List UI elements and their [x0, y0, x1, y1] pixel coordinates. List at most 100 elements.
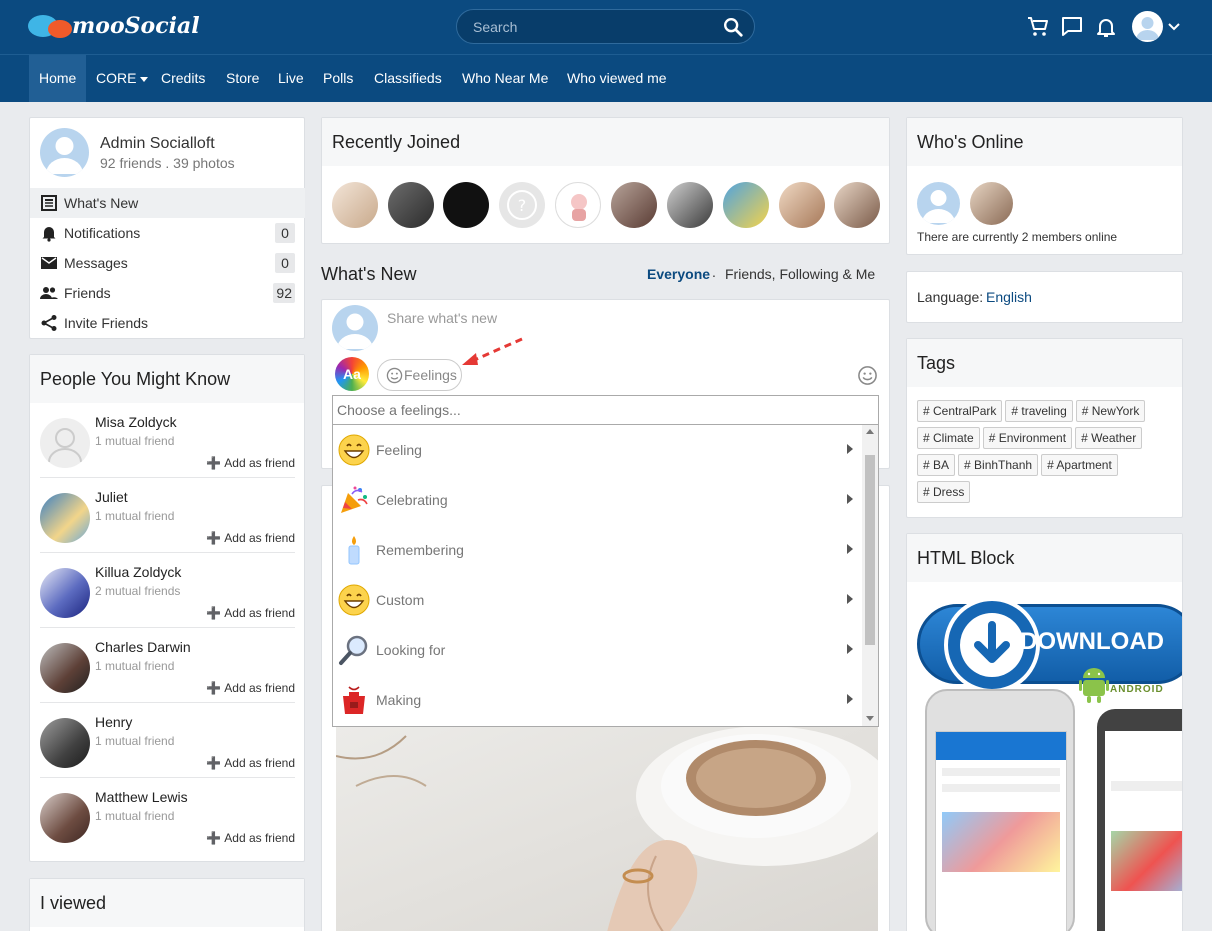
- menu-notifications[interactable]: Notifications 0: [30, 218, 305, 248]
- tags-title: Tags: [917, 353, 956, 373]
- pymk-title: People You Might Know: [40, 369, 231, 389]
- menu-invite-friends[interactable]: Invite Friends: [30, 308, 305, 338]
- mutual-friends: 1 mutual friend: [95, 434, 175, 448]
- add-friend-button[interactable]: ➕ Add as friend: [206, 456, 295, 470]
- filter-friends-following-me[interactable]: Friends, Following & Me: [725, 266, 875, 282]
- emoji-picker-icon[interactable]: [857, 365, 878, 386]
- smile-icon: [386, 367, 403, 384]
- tag-chip[interactable]: # BinhThanh: [958, 454, 1039, 476]
- scroll-down-icon[interactable]: [866, 716, 874, 721]
- card-header: HTML Block: [907, 534, 1182, 582]
- language-select[interactable]: English: [986, 289, 1032, 305]
- nav-core[interactable]: CORE: [86, 55, 158, 102]
- nav-live[interactable]: Live: [268, 55, 314, 102]
- tag-chip[interactable]: # NewYork: [1075, 400, 1146, 422]
- nav-classifieds[interactable]: Classifieds: [364, 55, 452, 102]
- tag-chip[interactable]: # Apartment: [1041, 454, 1118, 476]
- person-name[interactable]: Charles Darwin: [95, 639, 191, 655]
- android-label: ANDROID: [1110, 684, 1164, 695]
- profile-name[interactable]: Admin Socialloft: [100, 135, 215, 153]
- feelings-button[interactable]: Feelings: [377, 359, 462, 391]
- bell-icon[interactable]: [1094, 15, 1118, 39]
- add-friend-button[interactable]: ➕ Add as friend: [206, 606, 295, 620]
- add-friend-button[interactable]: ➕ Add as friend: [206, 531, 295, 545]
- cart-icon[interactable]: [1026, 15, 1050, 39]
- add-friend-button[interactable]: ➕ Add as friend: [206, 756, 295, 770]
- menu-messages[interactable]: Messages 0: [30, 248, 305, 278]
- person-avatar[interactable]: [40, 493, 90, 543]
- online-user-avatar[interactable]: [970, 182, 1013, 225]
- feeling-option-remembering[interactable]: Remembering: [333, 525, 863, 575]
- feeling-option-making[interactable]: Making: [333, 675, 863, 725]
- feeling-option-custom[interactable]: Custom: [333, 575, 863, 625]
- add-friend-button[interactable]: ➕ Add as friend: [206, 681, 295, 695]
- tag-chip[interactable]: # Climate: [917, 427, 980, 449]
- download-banner[interactable]: DOWNLOAD: [917, 597, 1182, 693]
- person-avatar[interactable]: [40, 793, 90, 843]
- site-logo[interactable]: mooSocial: [28, 11, 200, 41]
- person-avatar[interactable]: [40, 568, 90, 618]
- composer-avatar: [332, 305, 378, 351]
- post-photo[interactable]: [336, 726, 878, 931]
- tag-chip[interactable]: # Environment: [982, 427, 1073, 449]
- menu-label: Friends: [64, 285, 111, 301]
- nav-home[interactable]: Home: [29, 55, 87, 102]
- text-style-button[interactable]: Aa: [335, 357, 369, 391]
- profile-avatar[interactable]: [40, 128, 89, 177]
- menu-whats-new[interactable]: What's New: [30, 188, 305, 218]
- person-avatar[interactable]: [40, 718, 90, 768]
- person-name[interactable]: Henry: [95, 714, 132, 730]
- member-avatar[interactable]: [332, 182, 378, 228]
- member-avatar[interactable]: [388, 182, 434, 228]
- search-input[interactable]: [473, 18, 713, 36]
- feelings-search-input[interactable]: [332, 395, 879, 425]
- user-avatar-icon[interactable]: [1132, 11, 1163, 42]
- person-avatar[interactable]: [40, 643, 90, 693]
- nav-who-viewed-me[interactable]: Who viewed me: [557, 55, 677, 102]
- phone-mockup-dark: [1097, 709, 1182, 931]
- nav-store[interactable]: Store: [216, 55, 269, 102]
- whos-online-title: Who's Online: [917, 132, 1024, 152]
- nav-who-near-me[interactable]: Who Near Me: [452, 55, 558, 102]
- member-avatar[interactable]: [555, 182, 601, 228]
- member-avatar[interactable]: [779, 182, 825, 228]
- member-avatar[interactable]: [667, 182, 713, 228]
- scroll-thumb[interactable]: [865, 455, 875, 645]
- person-name[interactable]: Killua Zoldyck: [95, 564, 181, 580]
- tag-chip[interactable]: # CentralPark: [917, 400, 1003, 422]
- composer-input[interactable]: Share what's new: [387, 310, 497, 326]
- person-name[interactable]: Matthew Lewis: [95, 789, 188, 805]
- chat-icon[interactable]: [1060, 15, 1084, 39]
- member-avatar[interactable]: [834, 182, 880, 228]
- chevron-down-icon[interactable]: [1167, 20, 1181, 34]
- main-nav: Home CORE Credits Store Live Polls Class…: [0, 54, 1212, 102]
- tag-chip[interactable]: # Weather: [1075, 427, 1143, 449]
- filter-everyone[interactable]: Everyone: [647, 266, 710, 282]
- phone-mockup-white: [925, 689, 1075, 931]
- member-avatar[interactable]: [611, 182, 657, 228]
- member-avatar[interactable]: [443, 182, 489, 228]
- person-row: Juliet 1 mutual friend ➕ Add as friend: [40, 479, 295, 553]
- tag-chip[interactable]: # BA: [917, 454, 956, 476]
- scroll-up-icon[interactable]: [866, 429, 874, 434]
- tag-chip[interactable]: # Dress: [917, 481, 971, 503]
- question-avatar-icon[interactable]: ?: [499, 182, 545, 228]
- nav-credits[interactable]: Credits: [151, 55, 215, 102]
- online-user-avatar[interactable]: [917, 182, 960, 225]
- person-name[interactable]: Misa Zoldyck: [95, 414, 177, 430]
- person-avatar[interactable]: [40, 418, 90, 468]
- menu-friends[interactable]: Friends 92: [30, 278, 305, 308]
- feeling-option-celebrating[interactable]: Celebrating: [333, 475, 863, 525]
- feeling-option-feeling[interactable]: Feeling: [333, 425, 863, 475]
- tag-chip[interactable]: # traveling: [1005, 400, 1073, 422]
- feeling-option-looking-for[interactable]: Looking for: [333, 625, 863, 675]
- dropdown-scrollbar[interactable]: [862, 425, 878, 726]
- person-name[interactable]: Juliet: [95, 489, 128, 505]
- html-block-card: HTML Block DOWNLOAD ANDROID: [906, 533, 1183, 931]
- add-friend-button[interactable]: ➕ Add as friend: [206, 831, 295, 845]
- nav-polls[interactable]: Polls: [313, 55, 363, 102]
- search-box: [456, 9, 755, 44]
- member-avatar[interactable]: [723, 182, 769, 228]
- magnifier-icon: [339, 635, 368, 665]
- search-icon[interactable]: [722, 16, 744, 38]
